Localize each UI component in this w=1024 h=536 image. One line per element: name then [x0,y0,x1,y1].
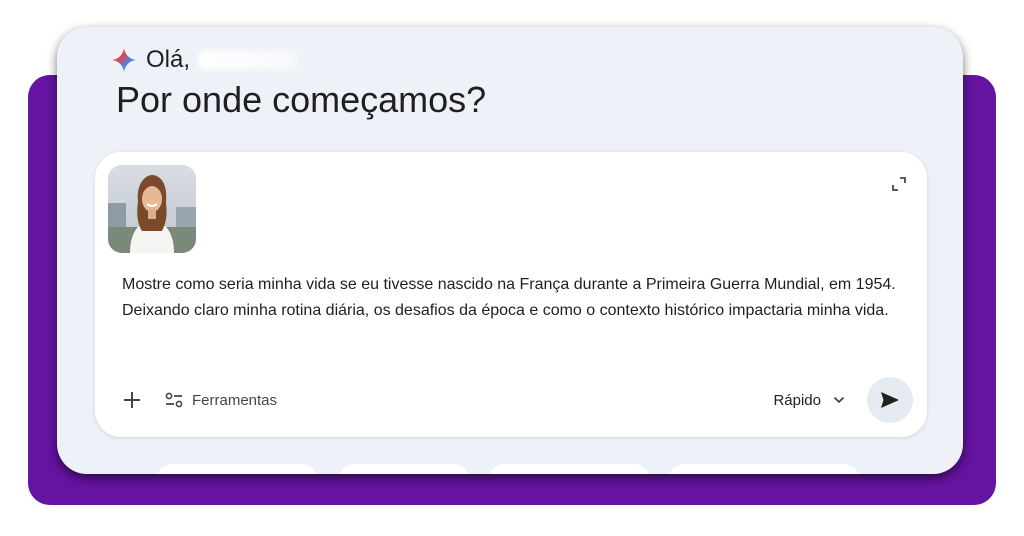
send-icon [881,392,899,408]
suggestion-chip[interactable] [339,464,469,474]
suggestion-chip[interactable] [157,464,317,474]
suggestion-chips [57,464,963,474]
attached-photo [108,165,196,253]
page-headline: Por onde começamos? [116,79,487,120]
tools-label: Ferramentas [192,391,278,409]
greeting-text: Olá, [146,46,191,73]
greeting-row: Olá, [112,46,299,74]
expand-button[interactable] [887,172,911,196]
suggestion-chip[interactable] [489,464,649,474]
expand-icon [892,177,906,191]
plus-icon [124,392,140,408]
gemini-sparkle-icon [112,48,136,72]
add-button[interactable] [115,383,149,417]
tools-icon [165,392,183,408]
gemini-window: Olá, Por onde começamos? Mostre como ser… [57,27,963,474]
chevron-down-icon [833,396,845,404]
suggestion-chip[interactable] [669,464,859,474]
model-selector[interactable]: Rápido [773,392,845,409]
redacted-user-name [198,50,299,70]
composer-toolbar: Ferramentas Rápido [115,377,913,423]
prompt-input[interactable]: Mostre como seria minha vida se eu tives… [122,272,902,324]
attached-image-thumbnail[interactable] [108,165,196,253]
send-button[interactable] [867,377,913,423]
prompt-composer[interactable]: Mostre como seria minha vida se eu tives… [95,152,927,437]
model-label: Rápido [773,391,821,409]
tools-button[interactable]: Ferramentas [165,392,277,409]
